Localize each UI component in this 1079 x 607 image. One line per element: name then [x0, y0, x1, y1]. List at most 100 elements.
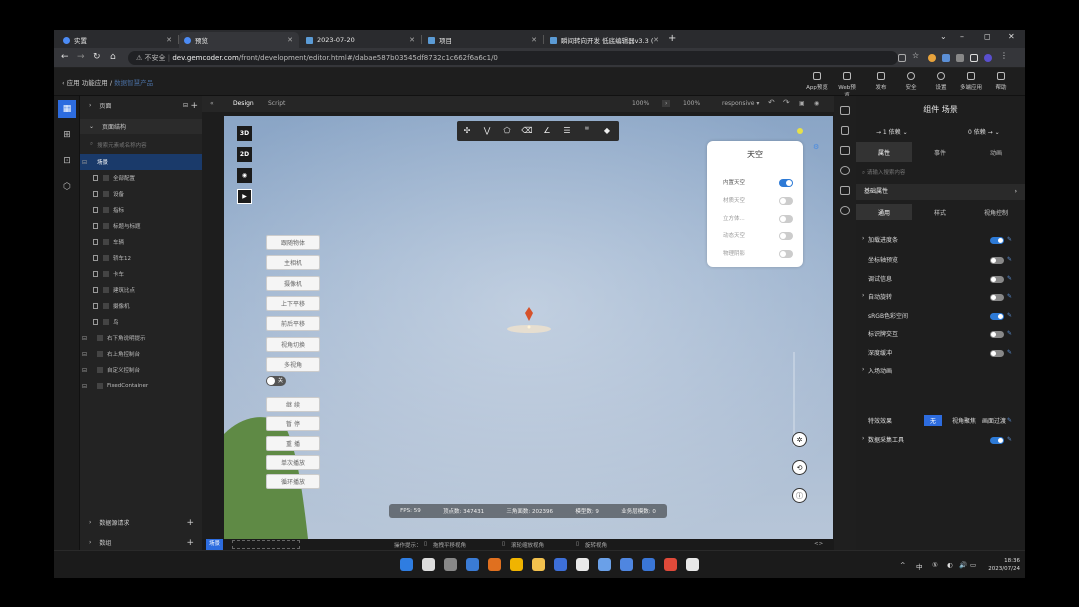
tab-events[interactable]: 事件 — [912, 142, 968, 162]
playback-button[interactable]: 继 续 — [266, 397, 320, 412]
scene-control-button[interactable]: 视角切换 — [266, 336, 320, 352]
components-icon[interactable]: ⊞ — [58, 126, 76, 144]
sky-option-toggle[interactable] — [779, 179, 793, 187]
publish-button[interactable]: 发布 — [870, 72, 892, 91]
playback-button[interactable]: 循环播放 — [266, 474, 320, 490]
page-section-header[interactable]: › 页面 ⊟ + — [80, 98, 202, 113]
close-icon[interactable]: ✕ — [531, 36, 537, 44]
puzzle-icon[interactable] — [956, 54, 964, 62]
list-icon[interactable]: ☰ — [561, 125, 573, 137]
data-icon[interactable]: ⊡ — [58, 152, 76, 170]
reload-icon[interactable]: ↻ — [93, 52, 101, 62]
effect-focus-option[interactable]: 视角聚焦 — [952, 416, 976, 425]
share-icon[interactable] — [898, 54, 906, 62]
security-button[interactable]: 安全 — [900, 72, 922, 91]
structure-section-header[interactable]: ⌄ 页面结构 — [80, 119, 202, 134]
taskbar-app-icon[interactable] — [642, 558, 655, 571]
extension-icon[interactable] — [928, 54, 936, 62]
sky-option-toggle[interactable] — [779, 196, 793, 205]
tree-search-input[interactable]: ⌕ 搜索元素或名称内容 — [80, 137, 202, 152]
3d-viewport[interactable]: 3D 2D ◉ ▶ ✣ ⋁ ⬠ ⌫ ∠ ☰ ▤ ◆ 跟随物体 主相机 摄像机 上下平移… — [224, 116, 833, 539]
data-collect-toggle[interactable] — [990, 437, 1004, 444]
tree-item[interactable]: 车辆 — [80, 234, 202, 250]
sidebar-icon[interactable] — [970, 54, 978, 62]
effect-transition-option[interactable]: 画面过渡 — [982, 416, 1006, 425]
tree-item[interactable]: 卡车 — [80, 266, 202, 282]
property-toggle[interactable] — [990, 350, 1004, 357]
edit-icon[interactable]: ✎ — [1007, 436, 1012, 443]
close-icon[interactable]: ✕ — [409, 36, 415, 44]
help-button[interactable]: 帮助 — [990, 72, 1012, 91]
trash-icon[interactable]: ⌫ — [521, 125, 533, 137]
save-icon[interactable]: ▣ — [799, 100, 805, 107]
breadcrumb-back[interactable]: ‹ 应用 — [62, 79, 80, 87]
tree-item[interactable]: ⊟ 右下角说明提示 — [80, 330, 202, 346]
taskbar-app-icon[interactable] — [510, 558, 523, 571]
rotate-icon[interactable]: ⟲ — [792, 460, 807, 475]
play-icon[interactable]: ▶ — [237, 189, 252, 204]
playback-button[interactable]: 重 播 — [266, 435, 320, 451]
eye-icon[interactable]: ◉ — [237, 168, 252, 183]
taskbar-app-icon[interactable] — [466, 558, 479, 571]
zoom-value[interactable]: 100% — [632, 100, 649, 107]
web-preview-button[interactable]: Web预览 — [836, 72, 858, 99]
tree-item[interactable]: ⊟ FixedContainer — [80, 378, 202, 394]
volume-icon[interactable]: 🔊 — [959, 561, 967, 569]
home-icon[interactable]: ⌂ — [110, 52, 116, 62]
search-icon[interactable] — [422, 558, 435, 571]
property-toggle[interactable] — [990, 294, 1004, 301]
pages-icon[interactable]: ▦ — [58, 100, 76, 118]
subtab-general[interactable]: 通用 — [856, 204, 912, 220]
user-icon[interactable] — [840, 206, 850, 215]
edit-icon[interactable]: ✎ — [1007, 275, 1012, 282]
new-tab-button[interactable]: + — [668, 33, 676, 44]
url-input[interactable]: ⚠ 不安全 | dev.gemcoder.com/front/developme… — [128, 51, 898, 65]
data-source-section[interactable]: › 数据源请求 + — [80, 515, 202, 530]
playback-button[interactable]: 暂 停 — [266, 416, 320, 432]
tab-search-icon[interactable]: ⌄ — [940, 32, 947, 41]
browser-tab[interactable]: 2023-07-20 ✕ — [301, 32, 422, 48]
scene-control-button[interactable]: 主相机 — [266, 255, 320, 271]
close-icon[interactable]: ✕ — [166, 36, 172, 44]
system-clock[interactable]: 18:36 2023/07/24 — [978, 557, 1020, 573]
tab-animation[interactable]: 动画 — [968, 142, 1024, 162]
tree-item[interactable]: ⊟ 右上角控制台 — [80, 346, 202, 362]
property-toggle[interactable] — [990, 237, 1004, 244]
scene-control-button[interactable]: 多视角 — [266, 356, 320, 372]
chevron-right-icon[interactable]: › — [862, 292, 864, 299]
scene-control-button[interactable]: 摄像机 — [266, 275, 320, 291]
tree-item[interactable]: 摄像机 — [80, 298, 202, 314]
collapse-icon[interactable]: ⊟ — [82, 351, 87, 358]
scene-control-button[interactable]: 跟随物体 — [266, 235, 320, 250]
tree-item[interactable]: ⊟ 场景 — [80, 154, 202, 170]
add-data-source-icon[interactable]: + — [186, 518, 194, 528]
settings-icon[interactable]: ⚙ — [813, 143, 823, 153]
dependency-in-select[interactable]: → 1 依赖 ⌄ — [876, 127, 908, 136]
property-toggle[interactable] — [990, 331, 1004, 338]
edit-icon[interactable]: ✎ — [1007, 349, 1012, 356]
zoom-toggle[interactable]: › — [662, 100, 671, 107]
close-icon[interactable]: ✕ — [287, 36, 293, 44]
tab-design[interactable]: Design — [233, 100, 254, 107]
sky-option-toggle[interactable] — [779, 214, 793, 223]
collapse-icon[interactable]: ⊟ — [82, 383, 87, 390]
network-icon[interactable]: ◐ — [947, 561, 953, 569]
polygon-icon[interactable]: ⬠ — [501, 125, 513, 137]
close-icon[interactable]: ✕ — [653, 36, 659, 44]
polyline-icon[interactable]: ⋁ — [481, 125, 493, 137]
edit-icon[interactable]: ✎ — [1007, 417, 1012, 424]
property-toggle[interactable] — [990, 313, 1004, 320]
edit-icon[interactable]: ✎ — [1007, 236, 1012, 243]
tray-expand-icon[interactable]: ^ — [900, 561, 905, 569]
tree-item[interactable]: 建筑比点 — [80, 282, 202, 298]
responsive-select[interactable]: responsive ▾ — [722, 100, 759, 107]
basic-properties-header[interactable]: 基础属性 › — [856, 184, 1025, 200]
array-section[interactable]: › 数组 + — [80, 535, 202, 550]
folder-add-icon[interactable]: ⊟ — [183, 102, 188, 109]
edit-icon[interactable]: ✎ — [1007, 256, 1012, 263]
browser-tab[interactable]: 实置 ✕ — [58, 32, 179, 48]
view-2d-button[interactable]: 2D — [237, 147, 252, 162]
start-button-icon[interactable] — [400, 558, 413, 571]
multi-app-button[interactable]: 多端应用 — [960, 72, 982, 91]
taskbar-app-icon[interactable] — [598, 558, 611, 571]
